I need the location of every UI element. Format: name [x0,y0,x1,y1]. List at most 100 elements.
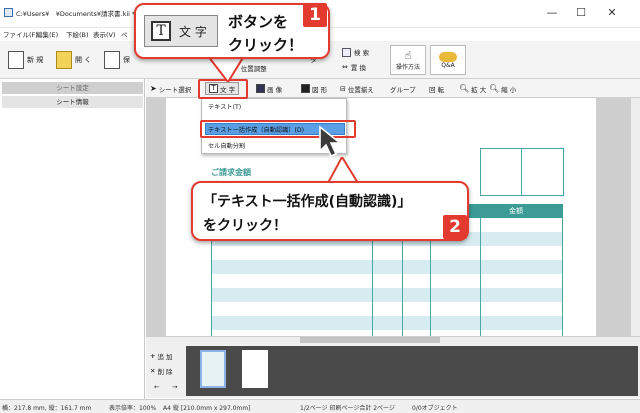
align-button[interactable]: ⊟ 位置揃え [340,82,374,95]
search-button[interactable]: 検 索 [342,46,369,58]
replace-button[interactable]: ⇔ 置 換 [342,61,366,73]
table-row [212,316,562,330]
callout-1-icon-label: 文 字 [179,24,207,39]
image-icon [256,84,265,93]
page-panel: + 追 加 ✕ 削 除 ← → [146,344,640,398]
step-1-badge: 1 [303,3,327,27]
menu-view[interactable]: 表示(V) [93,29,116,39]
replace-button-label: 置 換 [350,64,366,72]
window-title: C:¥Users¥ ¥Documents¥請求書.kii * [16,10,136,18]
align-icon: ⊟ [340,84,346,93]
replace-icon: ⇔ [342,63,348,71]
status-paper: A4 縦 [210.0mm x 297.0mm] [163,405,251,412]
step-2-badge: 2 [443,215,467,239]
app-icon [4,8,13,17]
maximize-button[interactable]: ☐ [574,6,588,20]
callout-1-line2: クリック！ [228,36,304,54]
group-button[interactable]: グループ [390,82,416,95]
qa-icon [439,51,457,62]
new-button[interactable]: 新 規 [8,47,43,73]
status-bar: 横：217.8 mm, 縦：161.7 mm 表示倍率：100% A4 縦 [2… [0,399,640,413]
status-scale: 表示倍率：100% [109,405,157,412]
cursor-icon: ➤ [150,84,157,93]
callout-2-pointer [326,157,360,183]
add-page-label: 追 加 [157,353,173,361]
menu-edit[interactable]: 編集(E) [36,29,58,39]
open-button-label: 開 く [75,56,92,64]
tab-sheet-info[interactable]: シート情報 [2,96,143,108]
qa-button-label: Q&A [441,61,455,69]
status-objects: 0/0オブジェクト [412,405,458,412]
text-button-highlight-frame [198,79,248,99]
table-row [212,288,562,302]
plus-icon: + [150,352,156,360]
align-button-label: 位置揃え [347,85,374,94]
zoom-out-button[interactable]: 🔍︎ 縮 小 [489,82,516,95]
menu-item-text[interactable]: テキスト(T) [208,102,241,111]
rotate-button-label: 回 転 [429,85,445,94]
stamp-divider [521,148,522,196]
zoom-in-button[interactable]: 🔍︎ 拡 大 [459,82,486,95]
menu-underlay[interactable]: 下絵(B) [66,29,89,39]
image-button[interactable]: 画 像 [256,82,282,95]
add-page-button[interactable]: + 追 加 [150,350,186,362]
page-thumbnail-2[interactable] [242,350,268,388]
amount-column-header: 金額 [509,207,523,215]
vertical-scrollbar[interactable] [630,98,640,336]
sheet-panel: シート設定 シート情報 [0,79,145,399]
howto-button-label: 操作方法 [395,64,420,71]
menu-item-cell-split[interactable]: セル自動分割 [208,141,245,150]
shape-button[interactable]: 図 形 [301,82,327,95]
save-button[interactable]: 保 [104,47,130,73]
zoom-out-label: 縮 小 [501,85,517,94]
zoom-in-icon: 🔍︎ [459,84,470,93]
table-row [212,260,562,274]
open-folder-icon [56,51,72,69]
group-button-label: グループ [390,85,416,94]
hand-pointer-icon: ☝ [404,49,412,62]
new-button-label: 新 規 [27,56,44,64]
delete-icon: ✕ [150,367,156,375]
search-icon [342,47,351,57]
zoom-in-label: 拡 大 [471,85,487,94]
zoom-out-icon: 🔍︎ [489,84,500,93]
text-t-icon-large: T [151,21,171,41]
close-button[interactable]: ✕ [605,6,619,20]
new-document-icon [8,51,24,69]
rotate-button[interactable]: 回 転 [429,82,444,95]
next-page-button[interactable]: → [172,381,186,393]
howto-button[interactable]: ☝ 操作方法 [390,45,426,75]
menu-file[interactable]: ファイル(F) [3,29,38,39]
callout-2-line2: をクリック！ [203,218,287,234]
delete-page-button[interactable]: ✕ 削 除 [150,365,186,377]
callout-step-2: 「テキスト一括作成(自動認識)」 をクリック！ [191,181,469,241]
status-pages: 1/2ページ 印刷ページ合計 2ページ [300,405,395,412]
horizontal-scrollbar-thumb[interactable] [300,337,440,343]
select-sheet-label: シート選択 [158,85,192,94]
page-thumbnail-1[interactable] [200,350,226,388]
search-button-label: 検 索 [354,49,370,57]
menu-page[interactable]: ペ [121,29,128,39]
callout-step-1: T 文 字 ボタンを クリック！ [134,3,330,59]
status-size: 横：217.8 mm, 縦：161.7 mm [2,405,92,412]
stamp-box [480,148,564,196]
select-sheet-button[interactable]: ➤ シート選択 [150,82,191,95]
image-button-label: 画 像 [267,85,283,94]
callout-1-text-button-preview: T 文 字 [144,15,218,47]
invoice-heading: ご請求金額 [211,168,251,177]
callout-1-pointer [206,56,246,82]
prev-page-button[interactable]: ← [154,381,168,393]
shape-button-label: 図 形 [312,85,328,94]
mouse-cursor-icon [319,125,343,158]
save-button-label: 保 [123,56,130,64]
page-thumbnail-strip [186,346,638,396]
column-divider [480,218,481,336]
shape-icon [301,84,310,93]
delete-page-label: 削 除 [157,368,173,376]
qa-button[interactable]: Q&A [430,45,466,75]
minimize-button[interactable]: — [545,6,559,20]
tab-sheet-settings[interactable]: シート設定 [2,82,143,94]
callout-1-line1: ボタンを [228,13,289,31]
save-icon [104,51,120,69]
open-button[interactable]: 開 く [56,47,91,73]
